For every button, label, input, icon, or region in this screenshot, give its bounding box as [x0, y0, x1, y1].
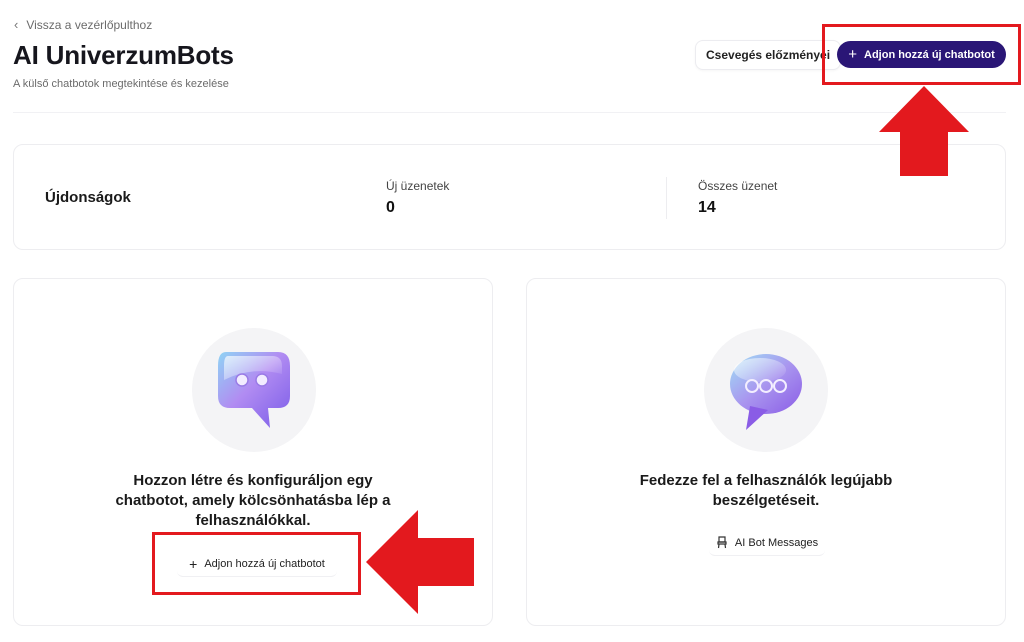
- chat-history-button[interactable]: Csevegés előzményei: [695, 40, 842, 70]
- explore-conversations-card: Fedezze fel a felhasználók legújabb besz…: [526, 278, 1006, 626]
- ai-bot-messages-button-label: AI Bot Messages: [734, 536, 819, 549]
- arrow-left-icon: [366, 510, 474, 614]
- stat-new-messages: Új üzenetek 0: [386, 179, 449, 217]
- ai-bot-messages-button[interactable]: AI Bot Messages: [709, 530, 825, 556]
- stats-title: Újdonságok: [45, 189, 131, 206]
- chair-icon: [717, 536, 727, 549]
- explore-conversations-description: Fedezze fel a felhasználók legújabb besz…: [639, 472, 893, 509]
- news-stats-card: Újdonságok Új üzenetek 0 Összes üzenet 1…: [13, 144, 1006, 250]
- stat-divider: [666, 177, 667, 219]
- highlight-box-card: [152, 532, 361, 595]
- header-divider: [13, 112, 1006, 113]
- back-link[interactable]: ‹ Vissza a vezérlőpulthoz: [14, 17, 152, 32]
- arrow-up-icon: [879, 86, 969, 176]
- chat-history-button-label: Csevegés előzményei: [706, 48, 831, 62]
- stat-label: Összes üzenet: [698, 179, 778, 193]
- chat-bubble-ellipsis-icon: [730, 354, 802, 430]
- chat-bubble-dots-icon: [218, 352, 290, 428]
- highlight-box-top: [822, 24, 1021, 85]
- stat-value: 0: [386, 199, 395, 216]
- chevron-left-icon: ‹: [14, 17, 19, 32]
- stat-value: 14: [698, 199, 716, 216]
- page-subtitle: A külső chatbotok megtekintése és kezelé…: [13, 78, 229, 90]
- stat-label: Új üzenetek: [386, 179, 450, 193]
- back-link-label: Vissza a vezérlőpulthoz: [26, 17, 153, 32]
- page-title: AI UniverzumBots: [13, 40, 234, 70]
- illustration-circle: [704, 328, 828, 452]
- illustration-circle: [192, 328, 316, 452]
- stat-total-messages: Összes üzenet 14: [698, 179, 777, 217]
